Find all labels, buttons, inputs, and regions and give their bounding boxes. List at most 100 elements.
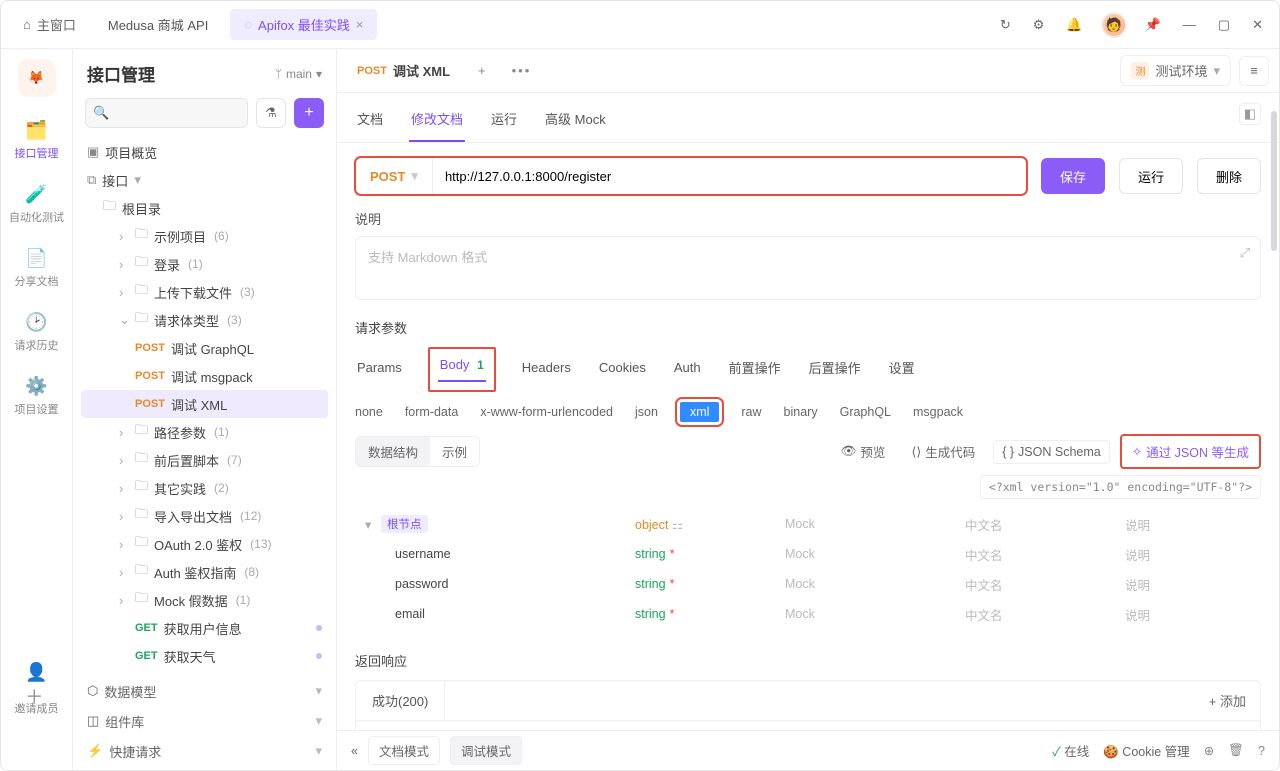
tool-preview[interactable]: 👁预览 [833,438,894,465]
rail-item-test[interactable]: 🧪 自动化测试 [7,175,67,233]
filter-button[interactable]: ⚗ [256,98,286,128]
tree-folder[interactable]: ›🗀导入导出文档(12) [81,502,328,530]
tree-folder[interactable]: ›🗀前后置脚本(7) [81,446,328,474]
settings-icon[interactable]: ⚙ [1029,13,1049,37]
add-circle-icon[interactable]: ⊕ [1204,743,1214,758]
branch-selector[interactable]: ᛘ main ▾ [275,67,322,81]
ptab-auth[interactable]: Auth [672,354,703,385]
tree-api-item[interactable]: POST调试 msgpack [81,362,328,390]
field-mock[interactable]: Mock [785,547,965,561]
ptab-settings[interactable]: 设置 [887,352,917,387]
tree-folder[interactable]: ›🗀登录(1) [81,250,328,278]
cookie-button[interactable]: 🍪 Cookie 管理 [1103,741,1189,760]
expand-icon[interactable]: ⤢ [1240,245,1250,261]
tree-api-item[interactable]: POST调试 XML [81,390,328,418]
field-type[interactable]: string [635,577,666,591]
field-type[interactable]: string [635,607,666,621]
btype-binary[interactable]: binary [784,405,818,419]
search-input[interactable] [85,98,248,128]
root-mock[interactable]: Mock [785,517,965,531]
btype-graphql[interactable]: GraphQL [840,405,891,419]
bell-icon[interactable]: 🔔 [1062,13,1086,37]
field-name[interactable]: username [355,547,635,561]
rail-item-settings[interactable]: ⚙️ 项目设置 [7,367,67,425]
field-cn[interactable]: 中文名 [965,605,1125,624]
tree-folder[interactable]: 🗀根目录 [81,194,328,222]
btype-form[interactable]: form-data [405,405,459,419]
add-button[interactable]: + [294,98,324,128]
tree-folder[interactable]: ›🗀上传下载文件(3) [81,278,328,306]
tree-folder[interactable]: ›🗀OAuth 2.0 鉴权(13) [81,530,328,558]
close-button[interactable]: ✕ [1248,13,1267,37]
btype-xml[interactable]: xml [680,402,719,422]
pin-icon[interactable]: 📌 [1141,13,1165,37]
field-mock[interactable]: Mock [785,577,965,591]
side-panel-button[interactable]: ◧ [1239,103,1261,125]
tree-folder[interactable]: ⌄🗀请求体类型(3) [81,306,328,334]
tree-folder[interactable]: ›🗀Mock 假数据(1) [81,586,328,614]
tree-root[interactable]: ⧉ 接口 ▾ [81,166,328,194]
tree-section[interactable]: ⚡快捷请求▾ [81,736,328,766]
tree-folder[interactable]: ›🗀其它实践(2) [81,474,328,502]
desc-input[interactable]: 支持 Markdown 格式 ⤢ [355,236,1261,300]
btype-msgpack[interactable]: msgpack [913,405,963,419]
ptab-pre[interactable]: 前置操作 [727,352,783,387]
schema-root[interactable]: 根节点 [381,515,428,533]
layout-toggle-button[interactable]: ≡ [1239,56,1269,86]
save-button[interactable]: 保存 [1041,158,1105,194]
add-response-button[interactable]: + 添加 [1195,681,1260,720]
field-name[interactable]: password [355,577,635,591]
subtab-mock[interactable]: 高级 Mock [543,103,608,142]
tree-section[interactable]: 🗑回收站 [81,766,328,770]
field-desc[interactable]: 说明 [1125,605,1279,624]
delete-button[interactable]: 删除 [1197,158,1261,194]
collapse-left-icon[interactable]: « [351,744,358,758]
subtab-run[interactable]: 运行 [489,103,519,142]
scrollbar[interactable] [1271,101,1277,726]
more-tabs-button[interactable]: ••• [504,59,540,82]
field-name[interactable]: email [355,607,635,621]
tree-folder[interactable]: ›🗀Auth 鉴权指南(8) [81,558,328,586]
tree-api-item[interactable]: GET获取天气 [81,642,328,670]
btype-raw[interactable]: raw [741,405,761,419]
workspace-tab-1[interactable]: ◌ Apifox 最佳实践 × [230,9,377,40]
tool-schema[interactable]: { }JSON Schema [993,440,1110,464]
close-icon[interactable]: × [356,17,364,32]
subtab-edit[interactable]: 修改文档 [409,103,465,142]
field-cn[interactable]: 中文名 [965,545,1125,564]
rail-item-api[interactable]: 🗂️ 接口管理 [7,111,67,169]
avatar[interactable]: 🧑 [1101,12,1127,38]
seg-example[interactable]: 示例 [430,437,479,466]
new-tab-button[interactable]: + [470,59,494,82]
help-icon[interactable]: ? [1258,744,1265,758]
root-desc[interactable]: 说明 [1125,515,1279,534]
btype-urlenc[interactable]: x-www-form-urlencoded [480,405,613,419]
field-desc[interactable]: 说明 [1125,575,1279,594]
tree-folder[interactable]: ›🗀示例项目(6) [81,222,328,250]
tree-folder[interactable]: ›🗀路径参数(1) [81,418,328,446]
mode-doc[interactable]: 文档模式 [368,736,440,765]
collapse-icon[interactable]: ▾ [365,517,375,532]
url-input[interactable] [433,169,1026,184]
ptab-post[interactable]: 后置操作 [807,352,863,387]
home-button[interactable]: ⌂ 主窗口 [13,9,86,40]
ptab-body[interactable]: Body 1 [438,351,486,382]
tree-api-item[interactable]: GET获取用户信息 [81,614,328,642]
btype-none[interactable]: none [355,405,383,419]
ptab-params[interactable]: Params [355,354,404,385]
refresh-icon[interactable]: ↻ [996,13,1015,37]
field-type[interactable]: string [635,547,666,561]
trash-icon[interactable]: 🗑 [1228,743,1244,758]
maximize-button[interactable]: ▢ [1214,13,1234,37]
tree-api-item[interactable]: POST调试 GraphQL [81,334,328,362]
editor-tab[interactable]: POST 调试 XML [347,55,460,86]
response-tab[interactable]: 成功(200) [356,681,445,720]
btype-json[interactable]: json [635,405,658,419]
tree-section[interactable]: ◫组件库▾ [81,706,328,736]
method-selector[interactable]: POST ▾ [356,158,433,194]
tool-gencode[interactable]: ⟨⟩生成代码 [903,438,983,465]
root-cn[interactable]: 中文名 [965,515,1125,534]
rail-item-history[interactable]: 🕑 请求历史 [7,303,67,361]
field-mock[interactable]: Mock [785,607,965,621]
tree-overview[interactable]: ▣ 项目概览 [81,138,328,166]
